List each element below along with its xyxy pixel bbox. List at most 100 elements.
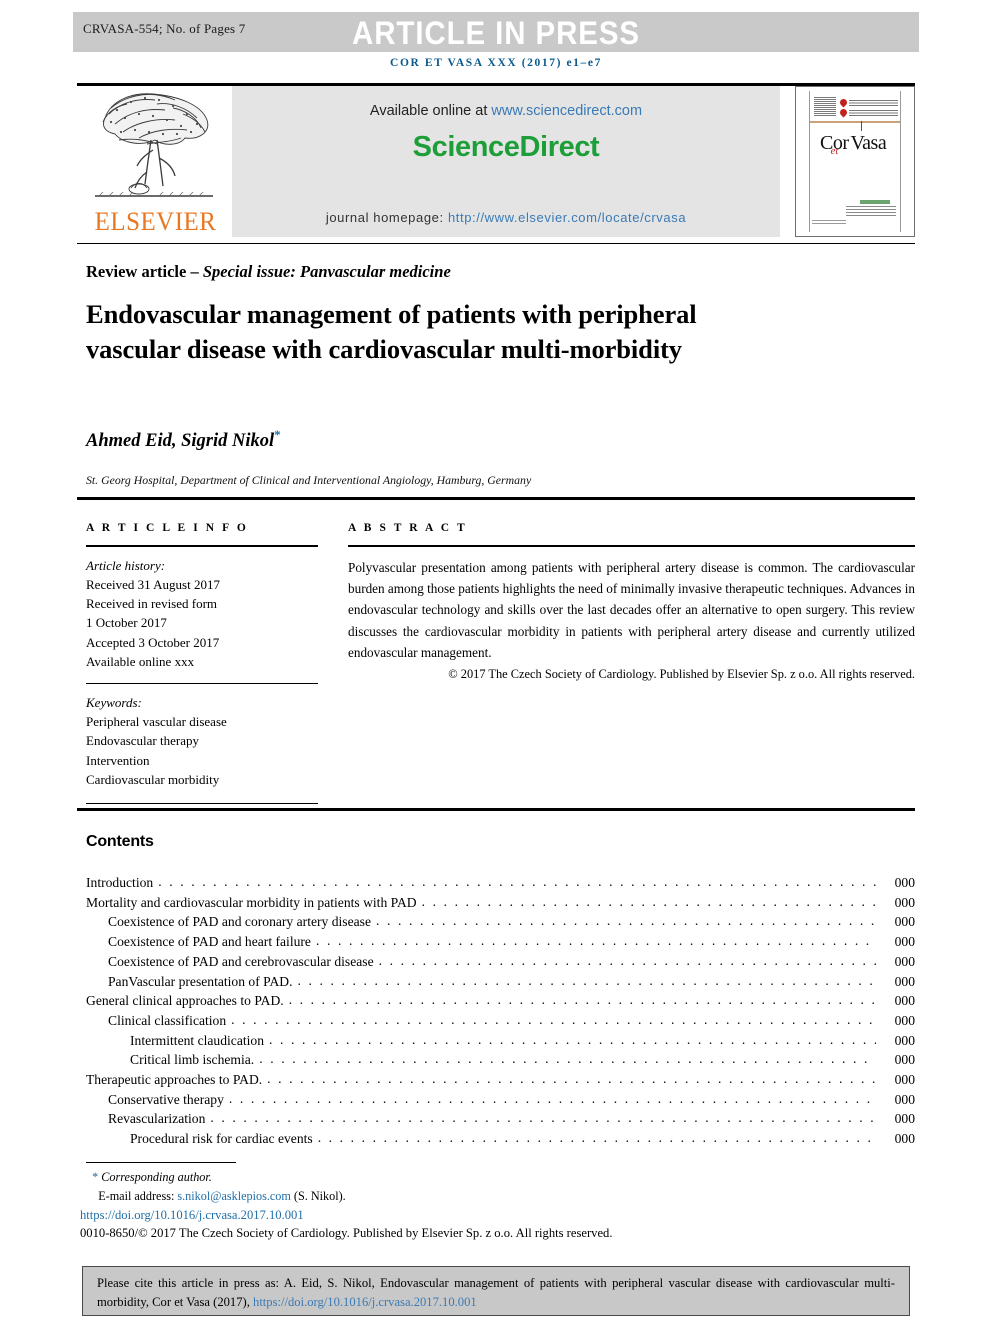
sciencedirect-link[interactable]: www.sciencedirect.com [491,103,642,119]
toc-entry[interactable]: Clinical classification . . . . . . . . … [86,1011,915,1031]
corresponding-author-label: Corresponding author. [101,1170,212,1184]
journal-homepage-line: journal homepage: http://www.elsevier.co… [232,210,780,225]
masthead: ELSEVIER Available online at www.science… [77,86,915,237]
article-history-item: Received 31 August 2017 [86,576,220,592]
journal-reference-line: COR ET VASA XXX (2017) e1–e7 [390,57,602,69]
cover-logo-row [838,97,898,108]
toc-entry[interactable]: Intermittent claudication . . . . . . . … [86,1031,915,1051]
elsevier-wordmark: ELSEVIER [94,207,217,236]
affiliation: St. Georg Hospital, Department of Clinic… [86,473,532,487]
abstract-copyright: © 2017 The Czech Society of Cardiology. … [448,667,915,682]
doi-link[interactable]: https://doi.org/10.1016/j.crvasa.2017.10… [80,1208,304,1222]
issn-copyright-line: 0010-8650/© 2017 The Czech Society of Ca… [80,1226,613,1240]
corresponding-author-marker: * [92,1170,99,1184]
cover-text-lines [849,109,898,116]
article-info-heading: A R T I C L E I N F O [86,522,249,534]
journal-homepage-label: journal homepage: [325,210,448,225]
cite-this-article-box: Please cite this article in press as: A.… [82,1266,910,1316]
cover-word-vasa: Vasa [850,132,887,154]
cover-tick-mark-icon [861,121,863,131]
cite-doi-link[interactable]: https://doi.org/10.1016/j.crvasa.2017.10… [253,1295,477,1309]
doi-line[interactable]: https://doi.org/10.1016/j.crvasa.2017.10… [80,1208,304,1223]
toc-entry-page: 000 [894,1072,915,1088]
toc-entry-page: 000 [894,1012,915,1028]
toc-entry[interactable]: Procedural risk for cardiac events . . .… [86,1129,915,1149]
toc-leader-dots: . . . . . . . . . . . . . . . . . . . . … [259,1051,876,1067]
cover-inner: Cor et Vasa [804,91,906,232]
email-line: E-mail address: s.nikol@asklepios.com (S… [86,1187,786,1206]
table-of-contents: Introduction . . . . . . . . . . . . . .… [86,873,915,1149]
article-history-item: Available online xxx [86,653,195,669]
author-list: Ahmed Eid, Sigrid Nikol* [86,427,281,452]
toc-entry[interactable]: Critical limb ischemia. . . . . . . . . … [86,1050,915,1070]
toc-entry-page: 000 [894,894,915,910]
page-title: Endovascular management of patients with… [86,299,697,365]
cover-elsevier-mark-icon [814,97,836,117]
keyword-item: Cardiovascular morbidity [86,771,220,787]
article-in-press-band: CRVASA-554; No. of Pages 7 ARTICLE IN PR… [73,12,919,52]
section-label-plain: Review article – [86,262,203,281]
article-info-bottom-rule [86,803,318,805]
keywords-block: Keywords: Peripheral vascular disease En… [86,684,318,789]
cover-title: Cor et Vasa [820,132,900,157]
toc-entry[interactable]: Revascularization . . . . . . . . . . . … [86,1109,915,1129]
toc-leader-dots: . . . . . . . . . . . . . . . . . . . . … [297,972,877,988]
contents-heading: Contents [86,833,154,850]
email-link[interactable]: s.nikol@asklepios.com [177,1189,290,1203]
toc-entry-label: Coexistence of PAD and cerebrovascular d… [108,953,374,969]
toc-entry-label: Procedural risk for cardiac events [130,1131,313,1147]
article-history-label: Article history: [86,557,166,573]
toc-entry[interactable]: Coexistence of PAD and cerebrovascular d… [86,952,915,972]
toc-entry-label: Mortality and cardiovascular morbidity i… [86,894,417,910]
toc-leader-dots: . . . . . . . . . . . . . . . . . . . . … [315,933,876,949]
cover-footer-lines-secondary [812,220,846,224]
abstract-heading: A B S T R A C T [348,522,468,534]
toc-leader-dots: . . . . . . . . . . . . . . . . . . . . … [228,1090,876,1106]
toc-entry-label: Clinical classification [108,1012,227,1028]
cover-divider-band [810,121,900,123]
cite-this-article-text: Please cite this article in press as: A.… [97,1274,895,1311]
toc-leader-dots: . . . . . . . . . . . . . . . . . . . . … [375,913,876,929]
toc-entry-page: 000 [894,1052,915,1068]
available-online-line: Available online at www.sciencedirect.co… [232,103,780,119]
toc-entry-page: 000 [894,1131,915,1147]
article-first-page: CRVASA-554; No. of Pages 7 ARTICLE IN PR… [0,0,992,1323]
toc-entry-label: Coexistence of PAD and heart failure [108,934,311,950]
footnote-separator-rule [86,1162,236,1163]
abstract-body: Polyvascular presentation among patients… [348,559,915,661]
toc-entry[interactable]: Coexistence of PAD and heart failure . .… [86,932,915,952]
journal-homepage-link[interactable]: http://www.elsevier.com/locate/crvasa [448,210,686,225]
journal-cover-thumbnail: Cor et Vasa [795,86,915,237]
keyword-item: Intervention [86,752,150,768]
toc-entry-page: 000 [894,934,915,950]
toc-entry[interactable]: Mortality and cardiovascular morbidity i… [86,893,915,913]
toc-entry-label: General clinical approaches to PAD. [86,993,284,1009]
toc-entry-page: 000 [894,953,915,969]
toc-entry-page: 000 [894,1032,915,1048]
toc-entry[interactable]: PanVascular presentation of PAD. . . . .… [86,972,915,992]
article-history-block: Article history: Received 31 August 2017… [86,547,318,671]
toc-entry-label: Critical limb ischemia. [130,1052,255,1068]
toc-leader-dots: . . . . . . . . . . . . . . . . . . . . … [267,1071,876,1087]
abstract-bottom-rule [77,808,915,811]
toc-entry[interactable]: General clinical approaches to PAD. . . … [86,991,915,1011]
toc-entry[interactable]: Introduction . . . . . . . . . . . . . .… [86,873,915,893]
toc-entry[interactable]: Conservative therapy . . . . . . . . . .… [86,1090,915,1110]
title-block-bottom-rule [77,497,915,500]
keywords-label: Keywords: [86,695,142,710]
cover-text-lines [849,99,898,106]
toc-leader-dots: . . . . . . . . . . . . . . . . . . . . … [231,1011,876,1027]
abstract-column: A B S T R A C T Polyvascular presentatio… [348,522,915,682]
toc-entry[interactable]: Therapeutic approaches to PAD. . . . . .… [86,1070,915,1090]
author-footnote-marker[interactable]: * [274,427,281,442]
toc-entry[interactable]: Coexistence of PAD and coronary artery d… [86,912,915,932]
keyword-item: Endovascular therapy [86,733,199,749]
cover-word-et: et [830,145,839,157]
toc-leader-dots: . . . . . . . . . . . . . . . . . . . . … [421,893,876,909]
available-online-label: Available online at [369,103,492,119]
cover-society-logos [838,97,898,119]
toc-entry-page: 000 [894,914,915,930]
cover-logo-row [838,107,898,118]
toc-entry-label: Therapeutic approaches to PAD. [86,1072,263,1088]
article-in-press-title: ARTICLE IN PRESS [352,15,640,51]
